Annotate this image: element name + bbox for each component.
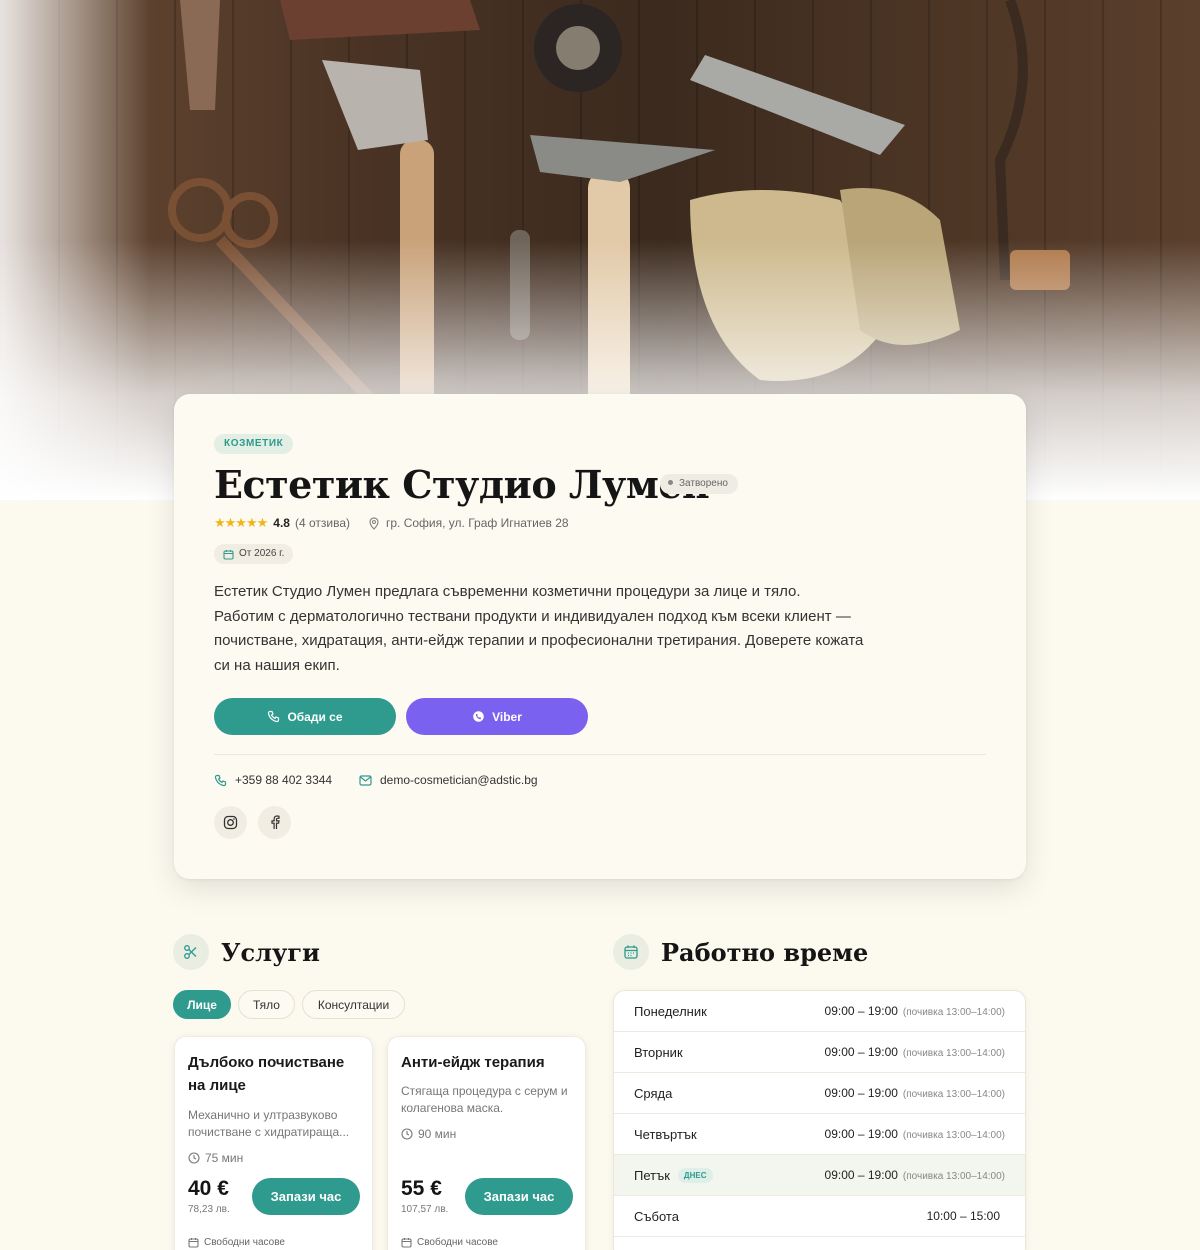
service-name: Анти-ейдж терапия xyxy=(401,1054,545,1071)
break-time: (почивка 13:00–14:00) xyxy=(902,1007,1005,1018)
tab-body[interactable]: Тяло xyxy=(238,990,295,1019)
hours-row-today: Петък ДНЕС 09:00 – 19:00 (почивка 13:00–14… xyxy=(614,1155,1025,1196)
hours-title: Работно време xyxy=(661,937,869,967)
service-price: 55 € xyxy=(401,1177,442,1200)
service-price: 40 € xyxy=(188,1177,229,1200)
book-button[interactable]: Запази час xyxy=(252,1178,360,1215)
email-link[interactable]: demo-cosmetician@adstic.bg xyxy=(359,773,538,787)
service-card: Анти-ейдж терапия Стягаща процедура с се… xyxy=(387,1036,586,1250)
hours-row: Вторник 09:00 – 19:00 (почивка 13:00–14:0… xyxy=(614,1032,1025,1073)
duration-label: 90 мин xyxy=(418,1127,457,1141)
rating-value: 4.8 xyxy=(273,516,290,530)
today-badge: ДНЕС xyxy=(677,1168,713,1183)
status-badge: Затворено xyxy=(660,474,738,494)
service-description: Механично и ултразвуково почистване с хи… xyxy=(188,1108,350,1139)
service-card: Дълбоко почистване на лице Механично и у… xyxy=(174,1036,373,1250)
calendar-icon xyxy=(613,934,649,970)
clock-icon xyxy=(401,1128,413,1140)
day-name: Петък ДНЕС xyxy=(634,1168,713,1183)
free-slots-link[interactable]: Свободни часове xyxy=(401,1237,498,1248)
book-button[interactable]: Запази час xyxy=(465,1178,573,1215)
calendar-icon xyxy=(401,1238,412,1248)
hours-row: Четвъртък 09:00 – 19:00 (почивка 13:00–14… xyxy=(614,1114,1025,1155)
day-name: Вторник xyxy=(634,1045,683,1060)
break-time: (почивка 13:00–14:00) xyxy=(902,1130,1005,1141)
clock-icon xyxy=(188,1152,200,1164)
time-range: 09:00 – 19:00 xyxy=(824,1168,898,1182)
services-title: Услуги xyxy=(221,937,320,967)
service-description: Стягаща процедура с серум и колагенова м… xyxy=(401,1084,568,1115)
time-range: 10:00 – 15:00 xyxy=(926,1209,1000,1223)
service-duration: 90 мин xyxy=(401,1127,456,1141)
email-address: demo-cosmetician@adstic.bg xyxy=(380,773,538,787)
address: гр. София, ул. Граф Игнатиев 28 xyxy=(386,516,569,530)
service-price-bgn: 107,57 лв. xyxy=(401,1204,449,1215)
calendar-icon xyxy=(223,549,234,560)
since-badge: От 2026 г. xyxy=(214,544,294,564)
business-name: Естетик Студио Лумен xyxy=(214,462,710,507)
hours-row: Събота 10:00 – 15:00 xyxy=(614,1196,1025,1237)
phone-icon xyxy=(268,710,280,723)
day-hours: 09:00 – 19:00 (почивка 13:00–14:00) xyxy=(825,1168,1005,1182)
day-hours: 09:00 – 19:00 (почивка 13:00–14:00) xyxy=(825,1004,1005,1018)
viber-button[interactable]: Viber xyxy=(406,698,588,735)
instagram-icon xyxy=(223,815,238,830)
since-label: От 2026 г. xyxy=(239,548,285,559)
mail-icon xyxy=(359,774,372,786)
duration-label: 75 мин xyxy=(205,1151,244,1165)
day-hours: 09:00 – 19:00 (почивка 13:00–14:00) xyxy=(825,1045,1005,1059)
call-button[interactable]: Обади се xyxy=(214,698,396,735)
tab-face[interactable]: Лице xyxy=(173,990,231,1019)
free-slots-label: Свободни часове xyxy=(204,1237,285,1248)
hours-table: Понеделник 09:00 – 19:00 (почивка 13:00–1… xyxy=(613,990,1026,1250)
free-slots-label: Свободни часове xyxy=(417,1237,498,1248)
day-name: Сряда xyxy=(634,1086,673,1101)
business-card: КОЗМЕТИК Естетик Студио Лумен Затворено … xyxy=(174,394,1026,879)
location-pin-icon xyxy=(368,516,380,530)
instagram-button[interactable] xyxy=(214,806,247,839)
hours-header: Работно време xyxy=(613,934,868,970)
rating-stars-icon: ★★★★★ xyxy=(214,515,268,530)
service-duration: 75 мин xyxy=(188,1151,243,1165)
day-hours: 09:00 – 19:00 (почивка 13:00–14:00) xyxy=(825,1086,1005,1100)
facebook-icon xyxy=(270,815,280,829)
hours-row: Сряда 09:00 – 19:00 (почивка 13:00–14:00) xyxy=(614,1073,1025,1114)
break-time: (почивка 13:00–14:00) xyxy=(902,1089,1005,1100)
meta-row: ★★★★★ 4.8 (4 отзива) гр. София, ул. Граф… xyxy=(214,515,569,531)
tab-consultations[interactable]: Консултации xyxy=(302,990,405,1019)
break-time: (почивка 13:00–14:00) xyxy=(902,1048,1005,1059)
hours-row: Понеделник 09:00 – 19:00 (почивка 13:00–1… xyxy=(614,991,1025,1032)
phone-link[interactable]: +359 88 402 3344 xyxy=(214,773,332,787)
day-hours: 10:00 – 15:00 xyxy=(927,1209,1005,1223)
phone-icon xyxy=(214,774,227,786)
service-name: Дълбоко почистване на лице xyxy=(188,1054,345,1094)
day-name: Четвъртък xyxy=(634,1127,697,1142)
business-description: Естетик Студио Лумен предлага съвременни… xyxy=(214,583,864,674)
divider xyxy=(214,754,986,755)
facebook-button[interactable] xyxy=(258,806,291,839)
calendar-icon xyxy=(188,1238,199,1248)
day-name: Събота xyxy=(634,1209,679,1224)
viber-icon xyxy=(473,711,484,722)
day-hours: 09:00 – 19:00 (почивка 13:00–14:00) xyxy=(825,1127,1005,1141)
status-dot-icon xyxy=(668,480,673,485)
call-label: Обади се xyxy=(287,709,343,724)
scissors-icon xyxy=(173,934,209,970)
phone-number: +359 88 402 3344 xyxy=(235,773,333,787)
category-badge: КОЗМЕТИК xyxy=(214,434,294,454)
day-name: Понеделник xyxy=(634,1004,707,1019)
time-range: 09:00 – 19:00 xyxy=(824,1127,898,1141)
time-range: 09:00 – 19:00 xyxy=(824,1004,898,1018)
free-slots-link[interactable]: Свободни часове xyxy=(188,1237,285,1248)
break-time: (почивка 13:00–14:00) xyxy=(902,1171,1005,1182)
service-price-bgn: 78,23 лв. xyxy=(188,1204,230,1215)
time-range: 09:00 – 19:00 xyxy=(824,1086,898,1100)
reviews-link[interactable]: (4 отзива) xyxy=(295,516,350,530)
viber-label: Viber xyxy=(492,709,522,724)
time-range: 09:00 – 19:00 xyxy=(824,1045,898,1059)
services-header: Услуги xyxy=(173,934,320,970)
day-label: Петък xyxy=(634,1168,670,1183)
status-label: Затворено xyxy=(679,478,728,489)
